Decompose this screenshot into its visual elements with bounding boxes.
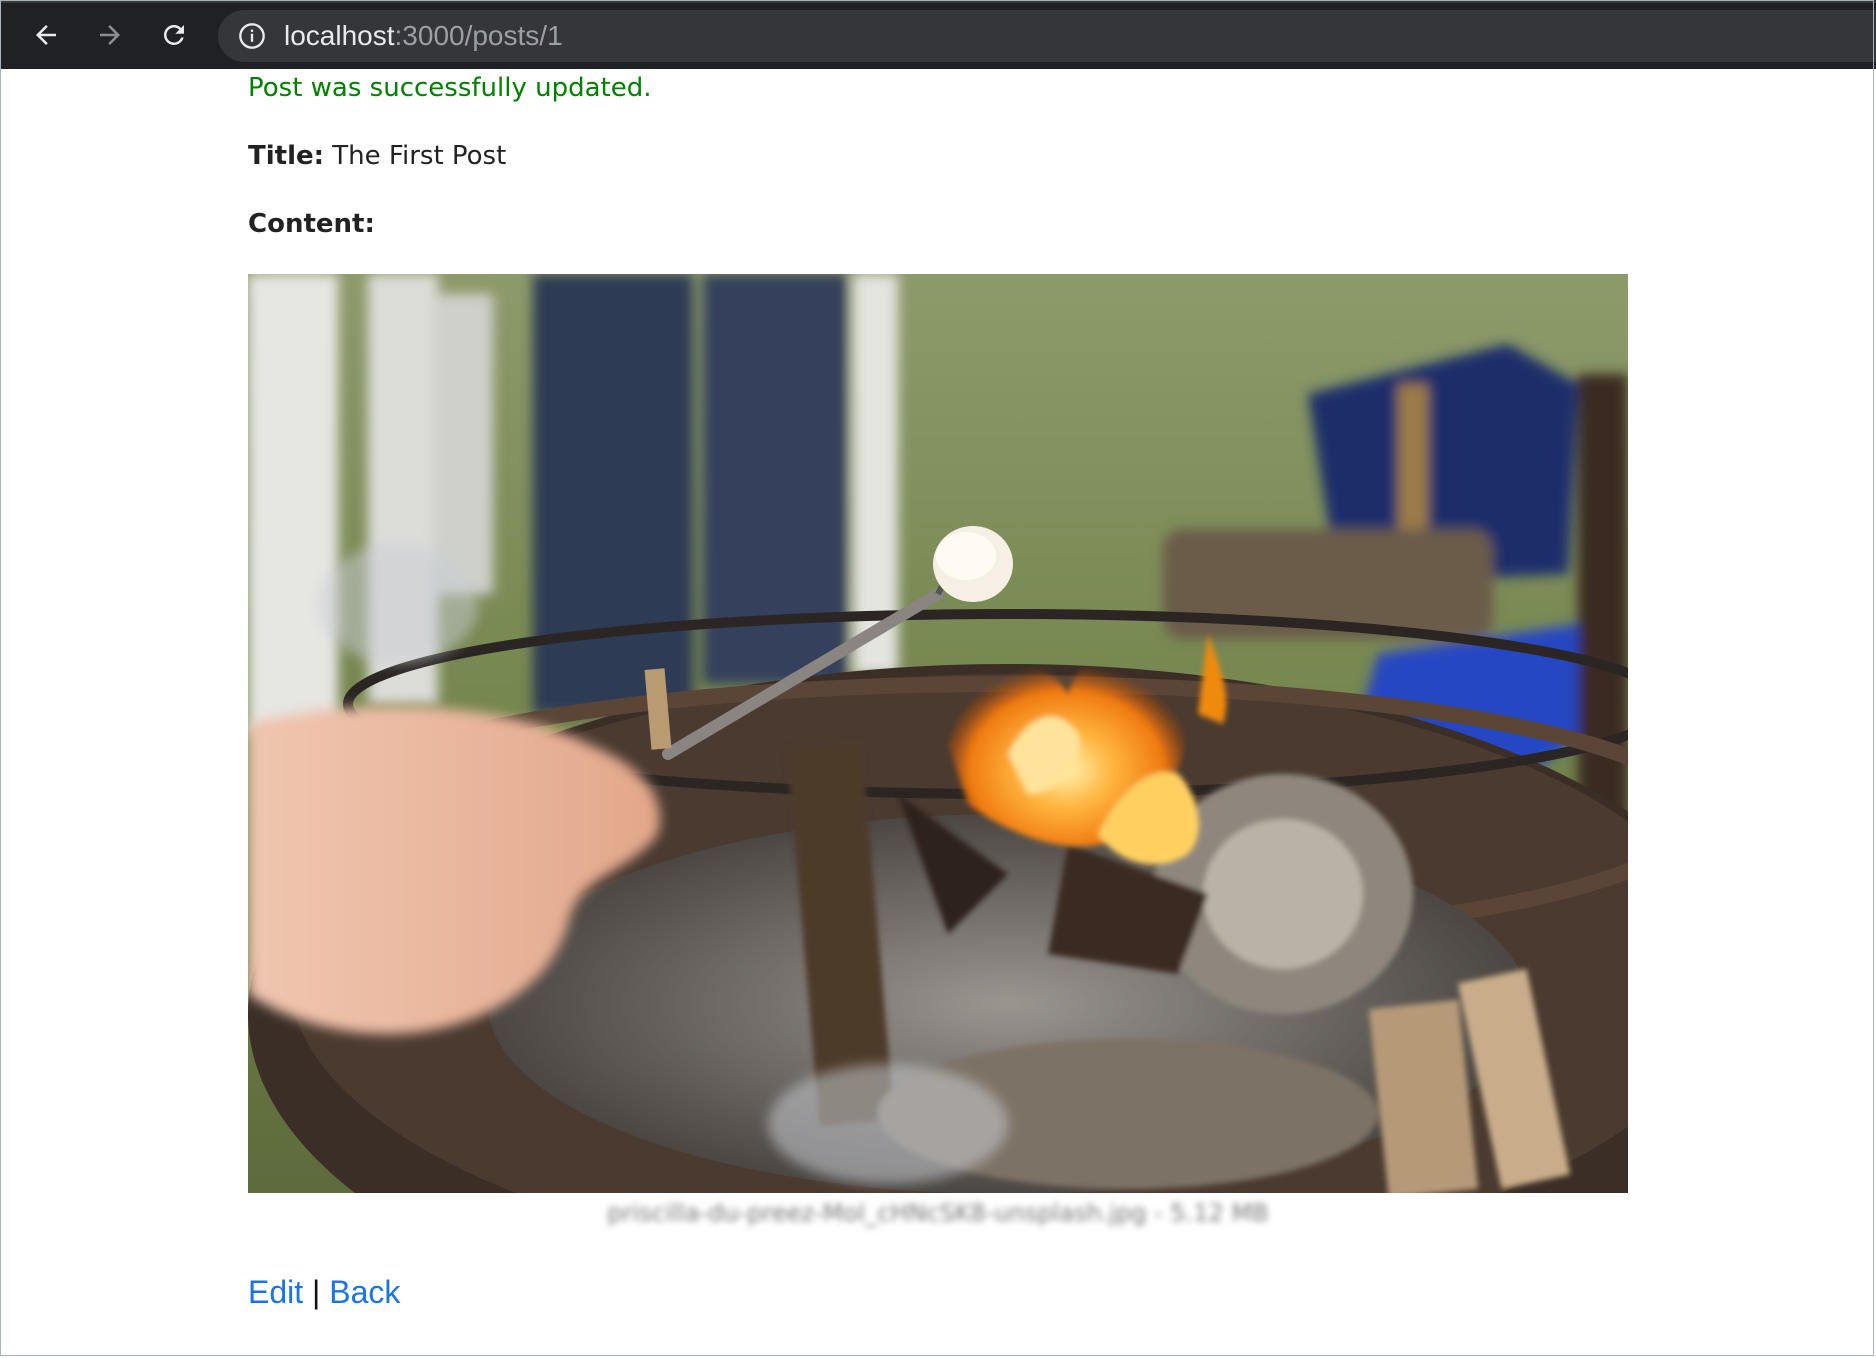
back-link[interactable]: Back: [329, 1274, 400, 1310]
title-field: Title: The First Post: [248, 141, 506, 171]
url-host: localhost: [284, 20, 395, 51]
url-text[interactable]: localhost:3000/posts/1: [284, 20, 563, 52]
back-arrow-icon: [36, 25, 56, 45]
address-bar[interactable]: localhost:3000/posts/1: [218, 10, 1876, 62]
content-label: Content:: [248, 209, 375, 239]
reload-button[interactable]: [154, 15, 194, 55]
link-separator: |: [312, 1274, 321, 1310]
forward-arrow-icon: [100, 25, 120, 45]
content-field: Content:: [248, 209, 375, 239]
reload-icon: [163, 24, 184, 45]
forward-button[interactable]: [90, 15, 130, 55]
edit-link[interactable]: Edit: [248, 1274, 303, 1310]
browser-toolbar: localhost:3000/posts/1: [0, 0, 1876, 69]
title-label: Title:: [248, 141, 325, 171]
success-notice: Post was successfully updated.: [248, 73, 652, 103]
content-photo: [248, 274, 1628, 1193]
back-button[interactable]: [26, 15, 66, 55]
info-icon[interactable]: [238, 22, 266, 50]
attachment-caption: priscilla-du-preez-MoI_cHNcSK8-unsplash.…: [607, 1199, 1269, 1227]
action-links: Edit | Back: [248, 1274, 400, 1311]
url-path: :3000/posts/1: [394, 20, 563, 51]
title-value: The First Post: [332, 141, 507, 171]
